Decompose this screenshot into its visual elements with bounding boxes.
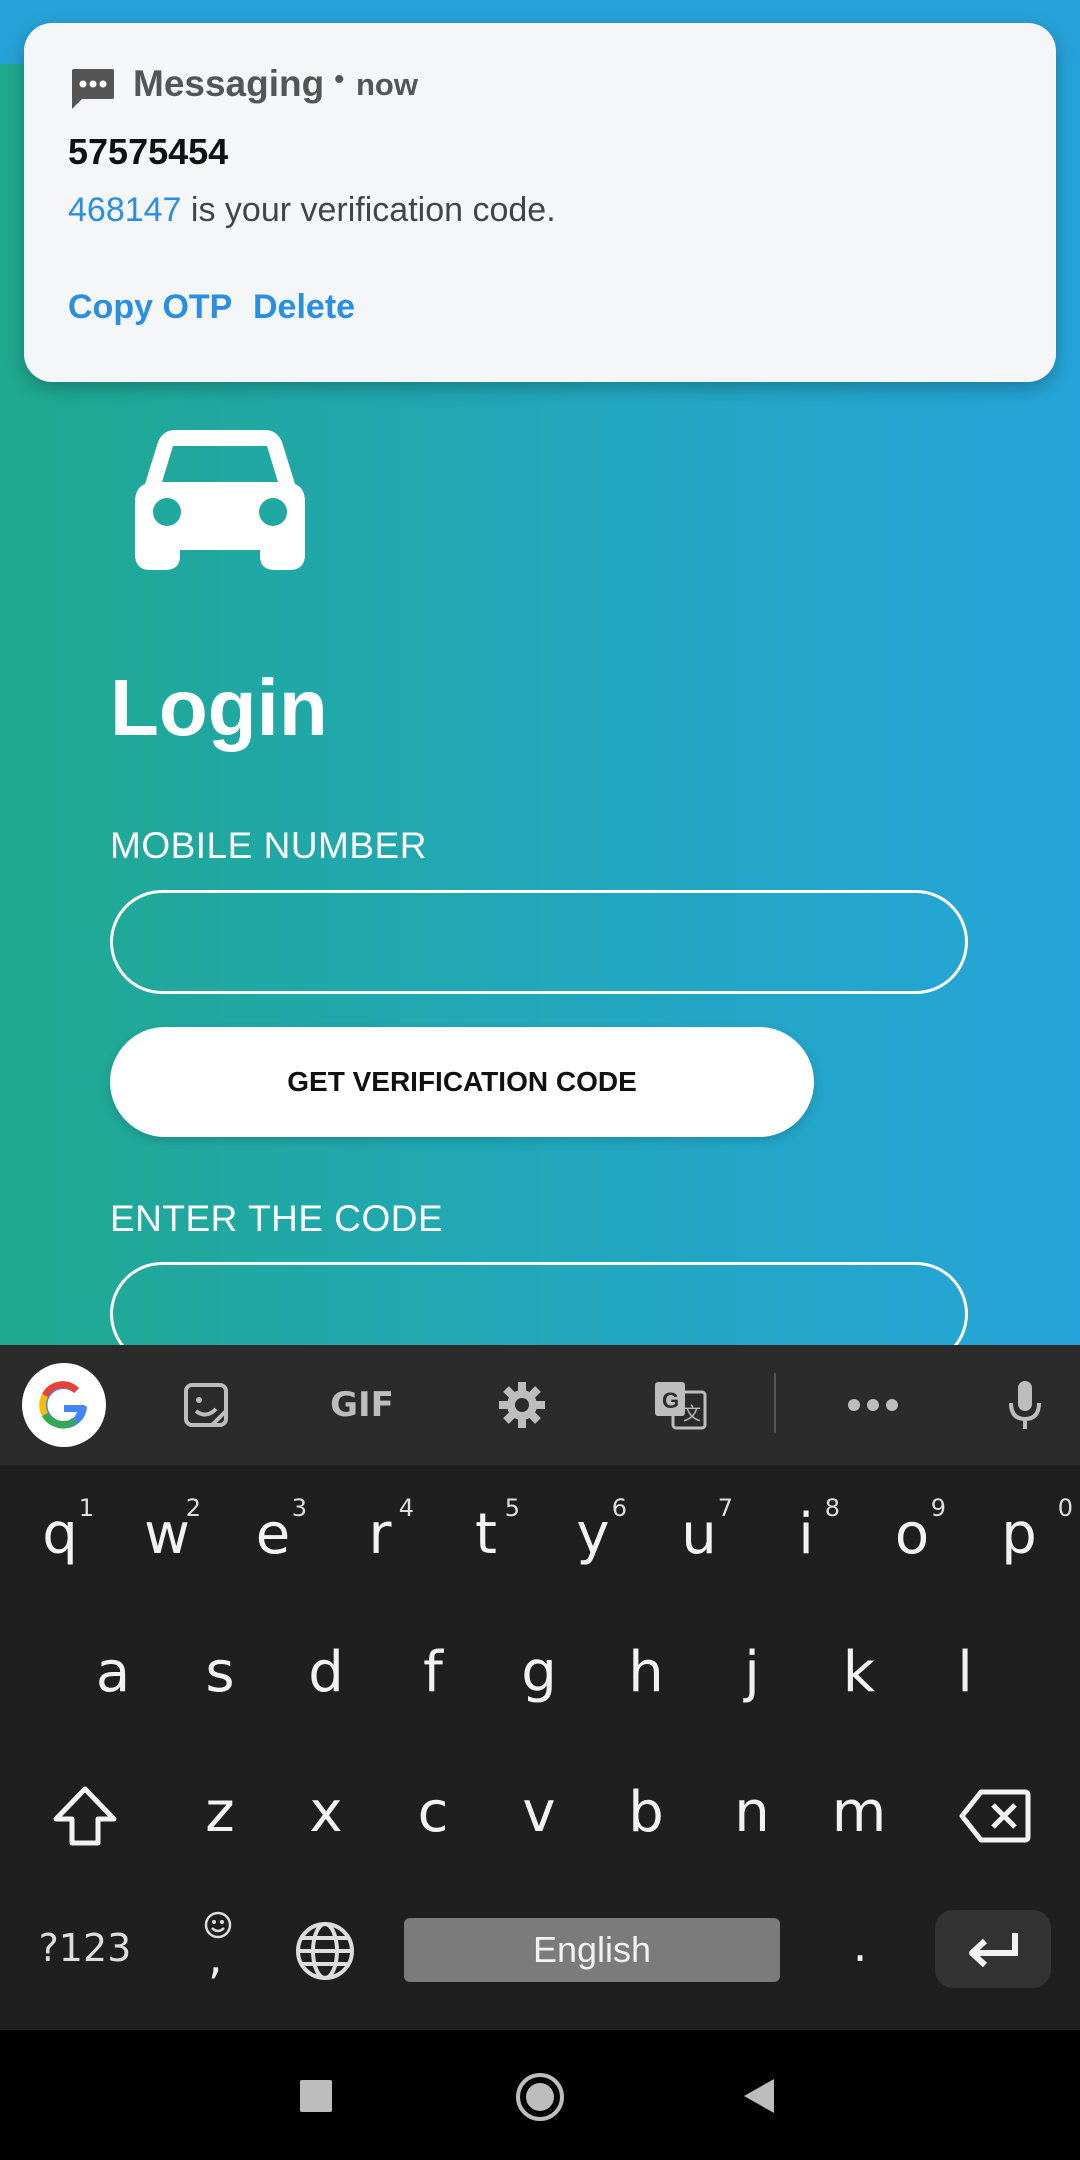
key-j[interactable]: j bbox=[712, 1640, 792, 1705]
svg-text:G: G bbox=[662, 1388, 679, 1413]
key-x[interactable]: x bbox=[286, 1780, 366, 1845]
home-icon[interactable] bbox=[516, 2073, 564, 2121]
toolbar-divider bbox=[774, 1373, 776, 1433]
key-z[interactable]: z bbox=[180, 1780, 260, 1845]
back-icon[interactable] bbox=[742, 2077, 776, 2115]
key-f[interactable]: f bbox=[393, 1640, 473, 1705]
key-t[interactable]: t5 bbox=[446, 1494, 526, 1567]
page-title: Login bbox=[110, 663, 328, 752]
period-key[interactable]: . bbox=[840, 1918, 880, 1972]
key-s[interactable]: s bbox=[180, 1640, 260, 1705]
notification-message: 468147 is your verification code. bbox=[68, 191, 556, 230]
navigation-bar bbox=[0, 2030, 1080, 2160]
car-icon bbox=[135, 430, 305, 570]
mobile-number-input[interactable] bbox=[110, 890, 968, 994]
key-n[interactable]: n bbox=[712, 1780, 792, 1845]
key-a[interactable]: a bbox=[73, 1640, 153, 1705]
shift-icon[interactable] bbox=[40, 1785, 130, 1851]
key-q[interactable]: q1 bbox=[20, 1494, 100, 1567]
key-p[interactable]: p0 bbox=[979, 1494, 1073, 1567]
messaging-icon bbox=[72, 69, 114, 109]
mic-icon[interactable] bbox=[1000, 1345, 1050, 1465]
notification-separator: • bbox=[334, 63, 345, 96]
emoji-comma-key[interactable]: , bbox=[196, 1910, 240, 1986]
delete-button[interactable]: Delete bbox=[253, 288, 355, 327]
key-m[interactable]: m bbox=[819, 1780, 899, 1845]
key-g[interactable]: g bbox=[499, 1640, 579, 1705]
key-e[interactable]: e3 bbox=[233, 1494, 313, 1567]
verification-code-input[interactable] bbox=[110, 1262, 968, 1345]
key-c[interactable]: c bbox=[393, 1780, 473, 1845]
globe-icon[interactable] bbox=[292, 1920, 358, 1986]
key-u[interactable]: u7 bbox=[659, 1494, 739, 1567]
copy-otp-button[interactable]: Copy OTP bbox=[68, 288, 232, 327]
more-icon[interactable] bbox=[843, 1345, 903, 1465]
sms-notification[interactable]: Messaging • now 57575454 468147 is your … bbox=[24, 23, 1056, 382]
sticker-icon[interactable] bbox=[176, 1345, 236, 1465]
enter-code-label: ENTER THE CODE bbox=[110, 1198, 444, 1239]
key-d[interactable]: d bbox=[286, 1640, 366, 1705]
symbols-key[interactable]: ?123 bbox=[30, 1926, 140, 1970]
settings-icon[interactable] bbox=[492, 1345, 552, 1465]
key-o[interactable]: o9 bbox=[872, 1494, 952, 1567]
notification-time: now bbox=[356, 67, 418, 102]
key-b[interactable]: b bbox=[606, 1780, 686, 1845]
key-v[interactable]: v bbox=[499, 1780, 579, 1845]
key-i[interactable]: i8 bbox=[766, 1494, 846, 1567]
notification-message-text: is your verification code. bbox=[181, 191, 556, 229]
key-y[interactable]: y6 bbox=[553, 1494, 633, 1567]
enter-icon[interactable] bbox=[935, 1910, 1051, 1988]
recents-icon[interactable] bbox=[300, 2080, 332, 2112]
notification-app-name: Messaging bbox=[133, 63, 325, 104]
backspace-icon[interactable] bbox=[950, 1788, 1040, 1848]
key-w[interactable]: w2 bbox=[127, 1494, 207, 1567]
mobile-number-label: MOBILE NUMBER bbox=[110, 825, 427, 866]
svg-text:文: 文 bbox=[683, 1404, 701, 1425]
notification-sender: 57575454 bbox=[68, 131, 229, 172]
key-r[interactable]: r4 bbox=[340, 1494, 420, 1567]
space-bar[interactable]: English bbox=[404, 1918, 780, 1982]
key-l[interactable]: l bbox=[925, 1640, 1005, 1705]
keyboard-toolbar: GIF G文 bbox=[0, 1345, 1080, 1465]
key-k[interactable]: k bbox=[819, 1640, 899, 1705]
gif-icon[interactable]: GIF bbox=[322, 1345, 402, 1465]
translate-icon[interactable]: G文 bbox=[650, 1345, 710, 1465]
verification-code-text: 468147 bbox=[68, 191, 182, 229]
google-icon[interactable] bbox=[22, 1363, 106, 1447]
get-verification-code-button[interactable]: GET VERIFICATION CODE bbox=[110, 1027, 814, 1137]
key-h[interactable]: h bbox=[606, 1640, 686, 1705]
